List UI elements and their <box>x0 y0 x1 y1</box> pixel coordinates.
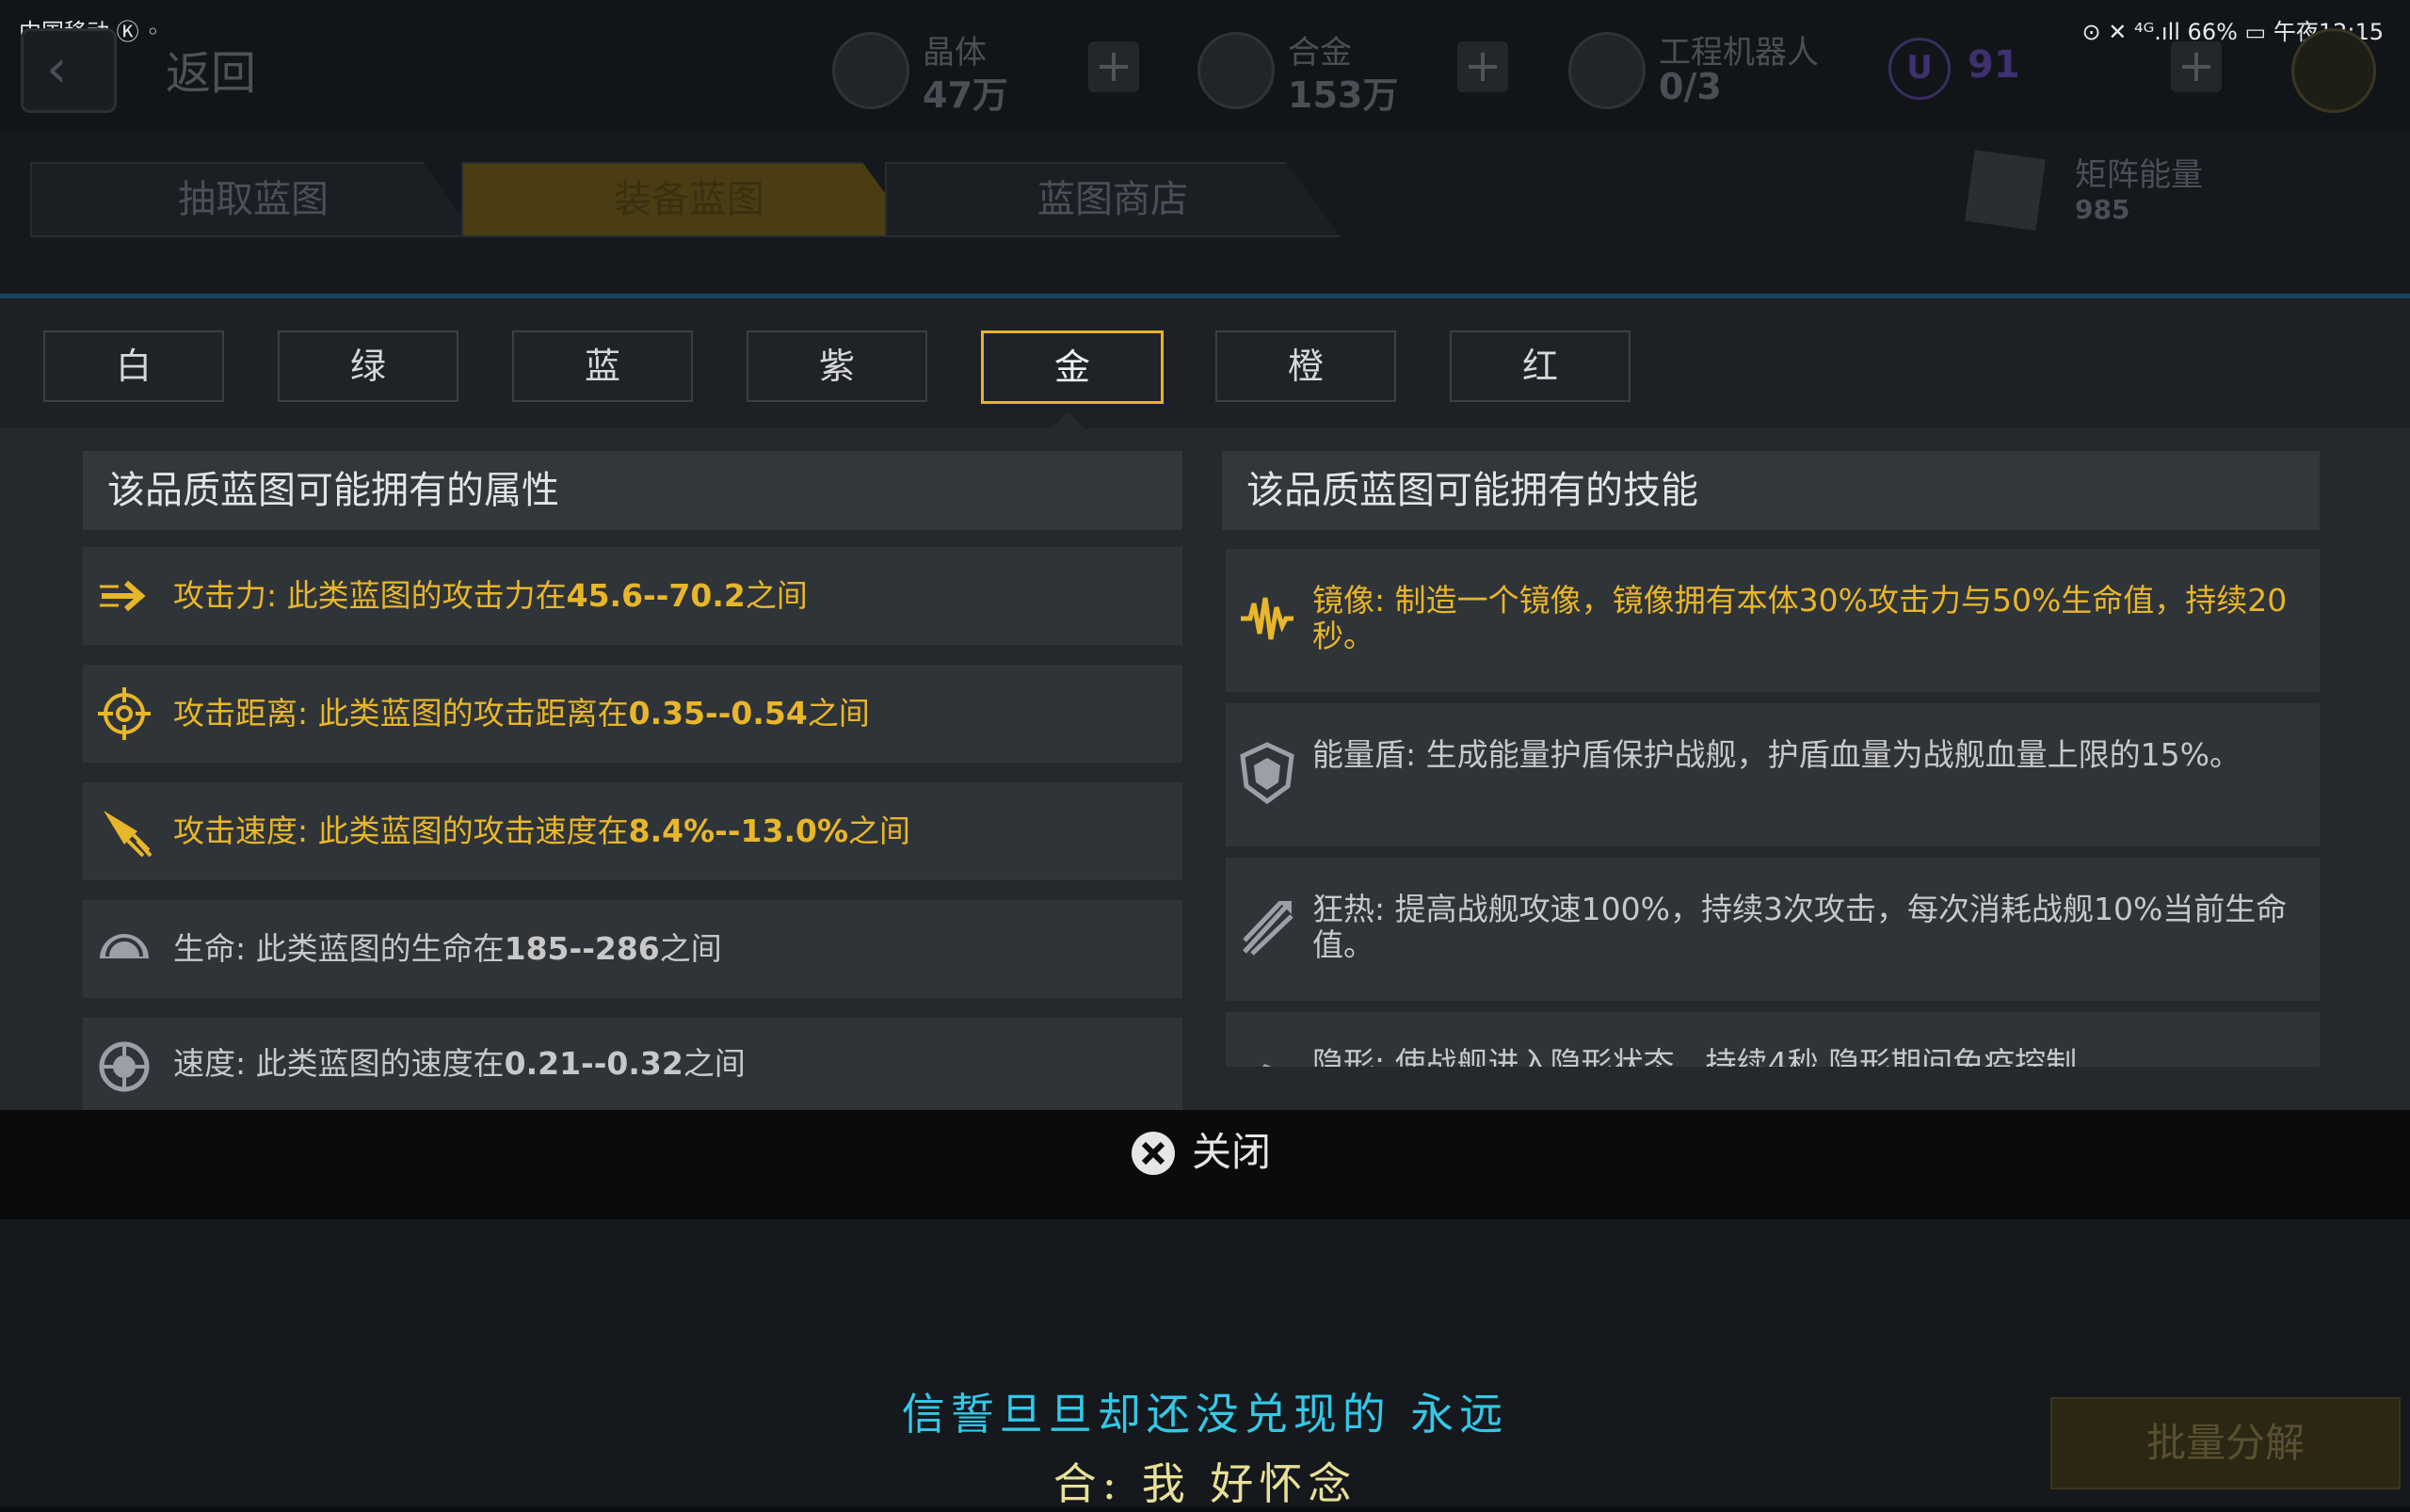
skill-text: 隐形: 使战舰进入隐形状态，持续4秒 隐形期间免疫控制 <box>1312 1045 2078 1068</box>
quality-tab-red[interactable]: 红 <box>1450 330 1631 402</box>
shop-cart-icon[interactable] <box>2291 28 2376 113</box>
attribute-text: 攻击力: 此类蓝图的攻击力在45.6--70.2之间 <box>173 577 808 614</box>
shield-icon <box>1240 742 1294 805</box>
skills-title: 该品质蓝图可能拥有的技能 <box>1222 451 2320 530</box>
arrow-icon <box>100 580 146 612</box>
attribute-text: 生命: 此类蓝图的生命在185--286之间 <box>173 930 722 967</box>
tab-blueprint-shop[interactable]: 蓝图商店 <box>885 162 1341 237</box>
chevron-left-icon: ‹ <box>46 39 68 100</box>
quality-tab-green[interactable]: 绿 <box>278 330 458 402</box>
attribute-row-range: 攻击距离: 此类蓝图的攻击距离在0.35--0.54之间 <box>83 665 1182 763</box>
skill-text: 能量盾: 生成能量护盾保护战舰，护盾血量为战舰血量上限的15%。 <box>1312 736 2241 773</box>
speed-wheel-icon <box>99 1041 150 1092</box>
attribute-text: 速度: 此类蓝图的速度在0.21--0.32之间 <box>173 1045 746 1082</box>
hp-gauge-icon <box>100 934 149 958</box>
quality-tab-white[interactable]: 白 <box>43 330 224 402</box>
add-u-button[interactable]: + <box>2171 41 2222 92</box>
quality-tab-gold[interactable]: 金 <box>981 330 1164 404</box>
robot-icon <box>1568 32 1646 109</box>
resource-value: 153万 <box>1288 74 1399 116</box>
skill-row-stealth: 隐形: 使战舰进入隐形状态，持续4秒 隐形期间免疫控制 <box>1226 1012 2320 1067</box>
matrix-energy-label: 矩阵能量 <box>2075 156 2203 194</box>
quality-info-modal: 白 绿 蓝 紫 金 橙 红 该品质蓝图可能拥有的属性 攻击力: 此类蓝图的攻击力… <box>0 298 2410 1110</box>
attribute-row-attack-speed: 攻击速度: 此类蓝图的攻击速度在8.4%--13.0%之间 <box>83 782 1182 880</box>
tab-draw-blueprint[interactable]: 抽取蓝图 <box>30 162 476 237</box>
add-crystal-button[interactable]: + <box>1088 41 1139 92</box>
skill-row-mirror: 镜像: 制造一个镜像，镜像拥有本体30%攻击力与50%生命值，持续20秒。 <box>1226 549 2320 692</box>
quality-tab-blue[interactable]: 蓝 <box>512 330 693 402</box>
matrix-cube-icon <box>1965 150 2046 231</box>
attribute-text: 攻击速度: 此类蓝图的攻击速度在8.4%--13.0%之间 <box>173 812 911 849</box>
lyrics-line-1: 信誓旦旦却还没兑现的 永远 <box>901 1389 1509 1440</box>
skills-list[interactable]: 镜像: 制造一个镜像，镜像拥有本体30%攻击力与50%生命值，持续20秒。 能量… <box>1226 549 2320 1067</box>
u-currency-value: 91 <box>1968 43 2020 87</box>
back-button[interactable]: ‹ <box>21 28 117 113</box>
attribute-text: 攻击距离: 此类蓝图的攻击距离在0.35--0.54之间 <box>173 695 870 732</box>
close-label: 关闭 <box>1192 1129 1272 1175</box>
matrix-energy-value: 985 <box>2075 194 2130 225</box>
lyrics-line-2: 合: 我 好怀念 <box>1052 1458 1358 1509</box>
active-tab-caret <box>1051 411 1084 428</box>
quality-tab-orange[interactable]: 橙 <box>1215 330 1396 402</box>
attribute-row-speed: 速度: 此类蓝图的速度在0.21--0.32之间 <box>83 1018 1182 1110</box>
add-alloy-button[interactable]: + <box>1457 41 1508 92</box>
skill-row-fanatic: 狂热: 提高战舰攻速100%，持续3次攻击，每次消耗战舰10%当前生命值。 <box>1226 858 2320 1001</box>
close-icon <box>1132 1132 1175 1175</box>
matrix-energy: 矩阵能量 985 <box>1965 149 2365 233</box>
stealth-icon <box>1261 1063 1272 1067</box>
u-currency-icon: U <box>1888 38 1951 100</box>
resource-value: 0/3 <box>1659 66 1722 107</box>
skill-row-energy-shield: 能量盾: 生成能量护盾保护战舰，护盾血量为战舰血量上限的15%。 <box>1226 703 2320 846</box>
quality-tab-strip: 白 绿 蓝 紫 金 橙 红 <box>0 298 2410 428</box>
crosshair-icon <box>98 687 151 740</box>
crystal-icon <box>832 32 909 109</box>
mirror-icon <box>1241 597 1293 640</box>
back-label[interactable]: 返回 <box>166 36 256 102</box>
skill-text: 镜像: 制造一个镜像，镜像拥有本体30%攻击力与50%生命值，持续20秒。 <box>1312 582 2288 654</box>
fanatic-icon <box>1243 901 1293 956</box>
top-bar: 中国移动 Ⓚ ◦ ⊙ ✕ ⁴ᴳ.ıll 66% ▭ 午夜12:15 ‹ 返回 晶… <box>0 0 2410 132</box>
resource-value: 47万 <box>923 74 1008 116</box>
alloy-icon <box>1197 32 1275 109</box>
attribute-row-attack: 攻击力: 此类蓝图的攻击力在45.6--70.2之间 <box>83 547 1182 645</box>
skill-text: 狂热: 提高战舰攻速100%，持续3次攻击，每次消耗战舰10%当前生命值。 <box>1312 891 2288 963</box>
attributes-title: 该品质蓝图可能拥有的属性 <box>83 451 1182 530</box>
tab-equip-blueprint[interactable]: 装备蓝图 <box>461 162 917 237</box>
quality-tab-purple[interactable]: 紫 <box>747 330 927 402</box>
attribute-row-hp: 生命: 此类蓝图的生命在185--286之间 <box>83 900 1182 998</box>
rocket-icon <box>104 811 153 858</box>
